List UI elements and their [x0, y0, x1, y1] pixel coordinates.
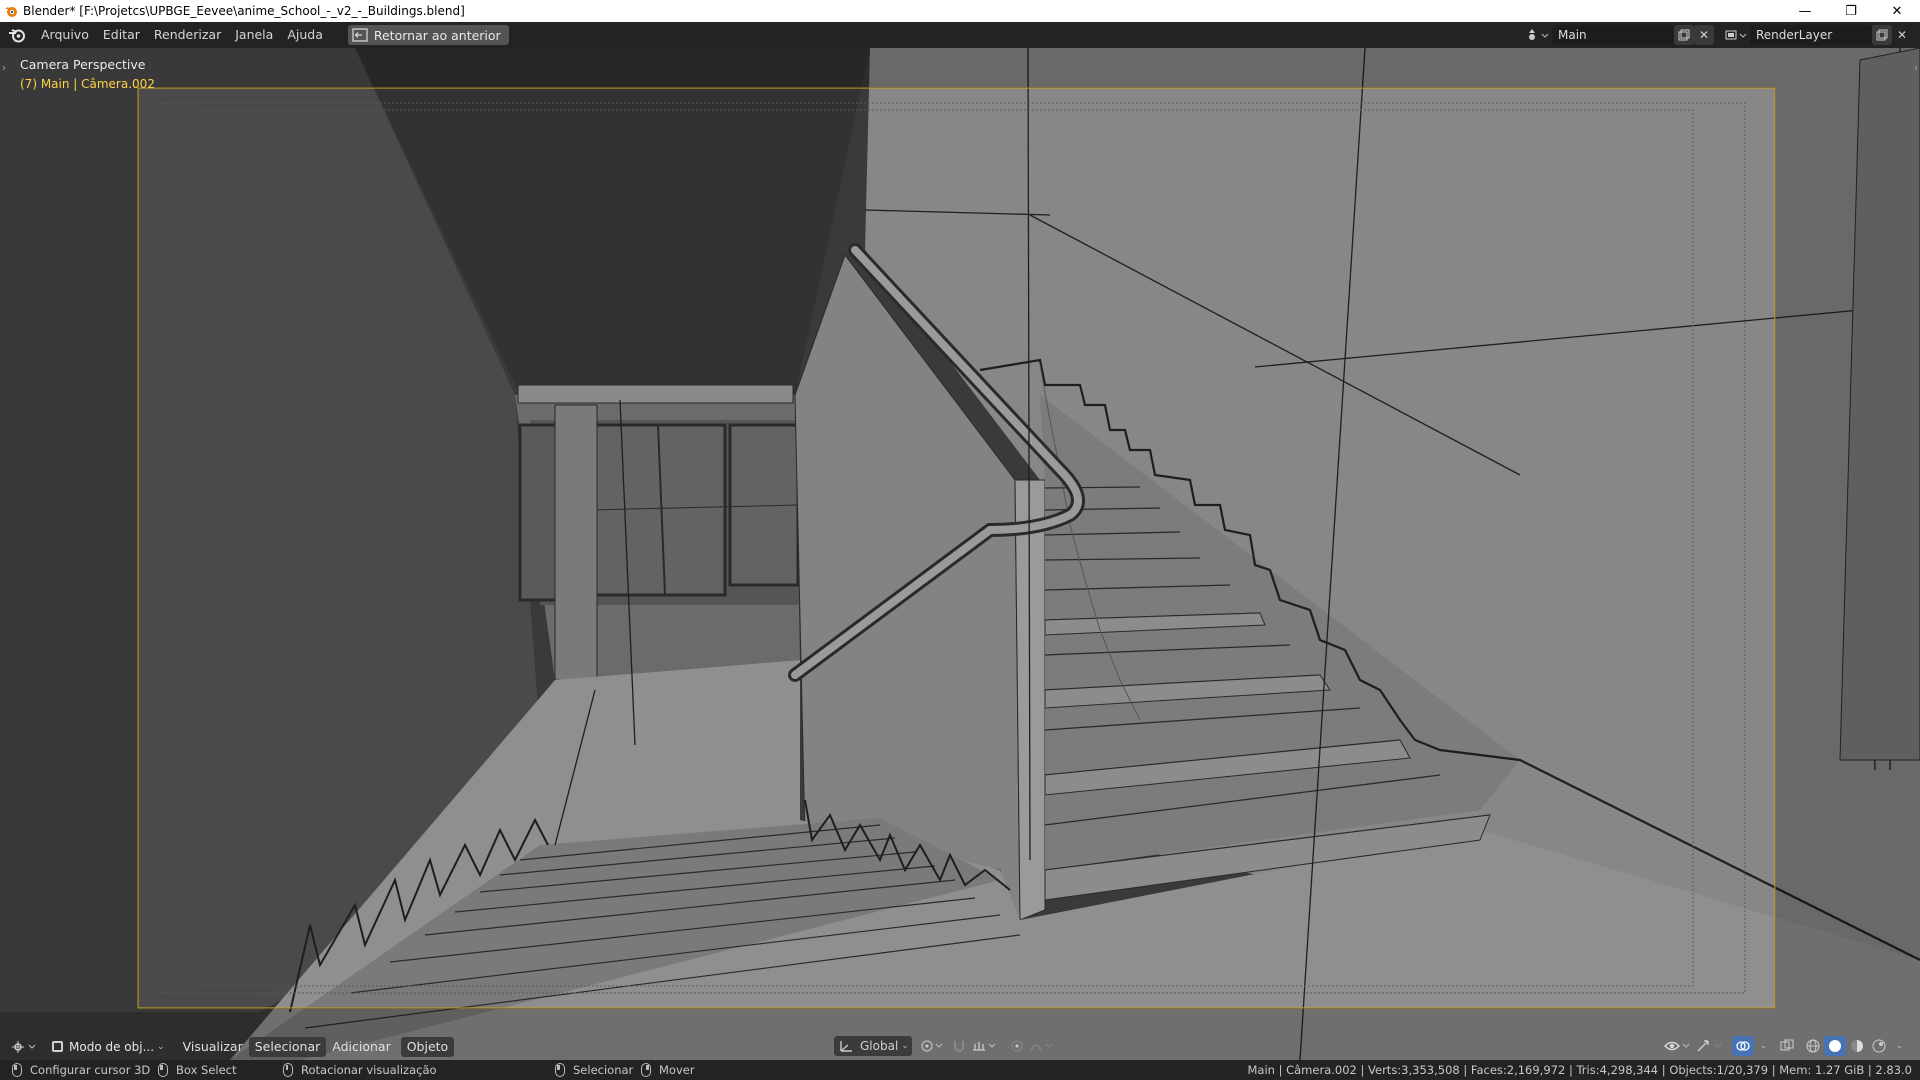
- interaction-mode-dropdown[interactable]: Modo de obj... ⌄: [46, 1036, 171, 1057]
- viewport-active-object: (7) Main | Câmera.002: [20, 77, 155, 91]
- viewport-view-name: Camera Perspective: [20, 57, 146, 72]
- maximize-button[interactable]: ❐: [1828, 0, 1874, 22]
- status-hint-rotate: Rotacionar visualização: [283, 1062, 437, 1078]
- snap-target-icon[interactable]: [970, 1036, 1000, 1056]
- minimize-button[interactable]: —: [1782, 0, 1828, 22]
- scene-name-field[interactable]: Main: [1552, 25, 1674, 45]
- mouse-right-icon: [641, 1063, 651, 1077]
- status-hint-select: Selecionar: [555, 1062, 633, 1078]
- rendered-shading-icon[interactable]: [1868, 1036, 1890, 1056]
- status-bar: Configurar cursor 3D Box Select Rotacion…: [0, 1060, 1920, 1080]
- new-view-layer-icon[interactable]: [1872, 25, 1892, 45]
- editor-type-icon[interactable]: [8, 1037, 40, 1057]
- delete-view-layer-icon[interactable]: ✕: [1892, 25, 1912, 45]
- mouse-middle-icon: [283, 1063, 293, 1077]
- blender-menu-icon[interactable]: [0, 22, 34, 48]
- back-to-previous-button[interactable]: Retornar ao anterior: [347, 25, 509, 45]
- wireframe-shading-icon[interactable]: [1802, 1036, 1824, 1056]
- status-hint-box-select: Box Select: [158, 1062, 237, 1078]
- right-region-toggle-icon[interactable]: ‹: [1914, 63, 1918, 74]
- xray-toggle-icon[interactable]: [1776, 1036, 1798, 1056]
- pivot-point-icon[interactable]: [918, 1036, 948, 1056]
- falloff-curve-icon[interactable]: [1028, 1036, 1058, 1056]
- gizmo-toggle-icon[interactable]: [1694, 1036, 1726, 1056]
- viewport-display-tools: ⌄ ⌄: [1662, 1036, 1906, 1056]
- blender-logo-icon: [3, 3, 19, 19]
- menu-objeto[interactable]: Objeto: [400, 1036, 455, 1057]
- scene-render: [0, 48, 1920, 1060]
- overlays-toggle-icon[interactable]: [1732, 1036, 1754, 1056]
- window-title: Blender* [F:\Projetcs\UPBGE_Eevee\anime_…: [23, 4, 465, 18]
- scene-browse-icon[interactable]: [1524, 25, 1552, 45]
- status-hint-label: Box Select: [176, 1063, 237, 1077]
- visibility-icon[interactable]: [1662, 1036, 1694, 1056]
- left-region-toggle-icon[interactable]: ›: [2, 63, 6, 74]
- scene-statistics: Main | Câmera.002 | Verts:3,353,508 | Fa…: [1247, 1063, 1912, 1077]
- menu-renderizar[interactable]: Renderizar: [147, 22, 228, 48]
- status-hint-label: Selecionar: [573, 1063, 634, 1077]
- proportional-editing-icon[interactable]: [1006, 1036, 1028, 1056]
- menu-selecionar[interactable]: Selecionar: [248, 1036, 327, 1057]
- view-layer-browse-icon[interactable]: [1722, 25, 1750, 45]
- transform-orientation-dropdown[interactable]: Global ⌄: [834, 1036, 912, 1056]
- interaction-mode-label: Modo de obj...: [69, 1039, 155, 1054]
- menu-ajuda[interactable]: Ajuda: [280, 22, 330, 48]
- status-hint-label: Rotacionar visualização: [301, 1063, 437, 1077]
- mouse-left-icon: [158, 1063, 168, 1077]
- menu-visualizar[interactable]: Visualizar: [177, 1037, 249, 1057]
- status-hint-move: Mover: [641, 1062, 695, 1078]
- delete-scene-icon[interactable]: ✕: [1694, 25, 1714, 45]
- solid-shading-icon[interactable]: [1824, 1036, 1846, 1056]
- status-hint-label: Mover: [659, 1063, 695, 1077]
- material-preview-icon[interactable]: [1846, 1036, 1868, 1056]
- axes-icon: [840, 1041, 852, 1052]
- 3d-viewport[interactable]: › ‹ Camera Perspective (7) Main | Câmera…: [0, 48, 1920, 1060]
- status-hint-label: Configurar cursor 3D: [30, 1063, 151, 1077]
- window-title-bar: Blender* [F:\Projetcs\UPBGE_Eevee\anime_…: [0, 0, 1920, 22]
- overlays-dropdown-icon[interactable]: ⌄: [1754, 1036, 1770, 1056]
- mouse-left-icon: [12, 1063, 22, 1077]
- menu-editar[interactable]: Editar: [96, 22, 147, 48]
- chevron-down-icon: ⌄: [157, 1041, 165, 1052]
- scene-selector: Main ✕: [1524, 25, 1714, 45]
- menu-arquivo[interactable]: Arquivo: [34, 22, 96, 48]
- close-window-button[interactable]: ✕: [1874, 0, 1920, 22]
- mouse-left-icon: [555, 1063, 565, 1077]
- transform-tools: Global ⌄: [834, 1036, 1058, 1056]
- menu-adicionar[interactable]: Adicionar: [326, 1037, 396, 1057]
- shading-dropdown-icon[interactable]: ⌄: [1890, 1036, 1906, 1056]
- transform-orientation-label: Global: [860, 1039, 899, 1053]
- new-scene-icon[interactable]: [1674, 25, 1694, 45]
- back-icon: [352, 28, 368, 42]
- object-mode-icon: [52, 1041, 63, 1052]
- view-layer-name-field[interactable]: RenderLayer: [1750, 25, 1872, 45]
- back-button-label: Retornar ao anterior: [373, 27, 501, 43]
- status-hint-cursor: Configurar cursor 3D: [12, 1062, 150, 1078]
- view-layer-selector: RenderLayer ✕: [1722, 25, 1912, 45]
- snap-toggle-icon[interactable]: [948, 1036, 970, 1056]
- menu-janela[interactable]: Janela: [228, 22, 280, 48]
